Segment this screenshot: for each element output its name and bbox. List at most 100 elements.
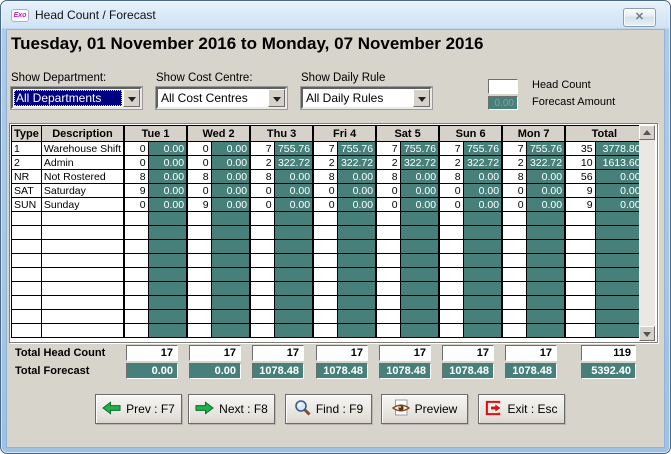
grid-cell [187,268,211,282]
grid-cell [124,310,148,324]
grid-cell [211,282,250,296]
grid-cell [337,240,376,254]
grid-cell: 2 [313,156,337,170]
grid-cell [250,296,274,310]
grid-cell: 10 [565,156,595,170]
find-button[interactable]: Find : F9 [285,394,372,424]
grid-cell: 0.00 [400,198,439,212]
grid-cell [250,310,274,324]
grid-cell [211,268,250,282]
grid-row [12,212,644,226]
grid-cell [502,268,526,282]
cost-centre-select[interactable]: All Cost Centres [156,87,287,109]
grid-cell [274,212,313,226]
department-select[interactable]: All Departments [11,87,142,109]
grid-cell: Sunday [41,198,124,212]
grid-cell: 2 [502,156,526,170]
grid-cell [313,254,337,268]
grid-cell: 0.00 [148,142,187,156]
grid-cell: 0.00 [526,170,565,184]
grid-cell [463,296,502,310]
forecast-grid-panel: TypeDescriptionTue 1Wed 2Thu 3Fri 4Sat 5… [9,123,658,343]
grid-cell [211,212,250,226]
grid-row [12,282,644,296]
preview-button[interactable]: Preview [381,394,468,424]
daily-rule-select[interactable]: All Daily Rules [301,87,432,109]
close-button[interactable]: ✕ [623,8,656,27]
vertical-scrollbar[interactable] [639,125,655,341]
grid-cell [502,212,526,226]
grid-cell [148,282,187,296]
department-label: Show Department: [11,72,106,84]
grid-cell: 0.00 [337,184,376,198]
grid-cell [526,268,565,282]
grid-cell [565,296,595,310]
grid-cell [526,240,565,254]
cost-centre-dropdown-button[interactable] [268,89,285,107]
grid-cell [376,226,400,240]
total-head-count-value: 17 [379,345,431,361]
grid-cell: 0 [250,184,274,198]
scroll-up-button[interactable] [639,125,655,140]
head-count-legend-swatch [488,79,518,94]
grid-cell [12,324,42,338]
total-head-count-value: 17 [126,345,178,361]
grid-cell [41,282,124,296]
grid-cell [565,212,595,226]
preview-eye-icon [392,399,410,419]
grid-cell [439,310,463,324]
title-bar[interactable]: Exo Head Count / Forecast ✕ [1,1,670,29]
cost-centre-label: Show Cost Centre: [156,72,253,84]
grid-cell [187,310,211,324]
grid-cell: 0 [502,198,526,212]
grid-cell [376,240,400,254]
grid-cell [595,254,643,268]
grid-cell: 0.00 [400,184,439,198]
column-header-mon-7: Mon 7 [502,126,565,142]
prev-button[interactable]: Prev : F7 [95,394,182,424]
grid-cell [12,254,42,268]
grid-cell [187,212,211,226]
grid-cell [211,296,250,310]
grid-cell: 755.76 [400,142,439,156]
grid-cell: 322.72 [400,156,439,170]
grid-cell [439,212,463,226]
grid-cell [502,296,526,310]
grid-cell: 9 [565,198,595,212]
next-button[interactable]: Next : F8 [188,394,275,424]
grid-cell [502,310,526,324]
column-header-total: Total [565,126,643,142]
department-dropdown-button[interactable] [123,89,140,107]
grid-header: TypeDescriptionTue 1Wed 2Thu 3Fri 4Sat 5… [12,126,644,142]
chevron-down-icon [128,97,136,102]
grid-cell [502,282,526,296]
grid-cell [400,282,439,296]
grid-cell [250,212,274,226]
grid-cell [595,282,643,296]
grid-cell: 7 [376,142,400,156]
daily-rule-dropdown-button[interactable] [413,89,430,107]
grid-row: SUNSunday00.0090.0000.0000.0000.0000.000… [12,198,644,212]
grid-cell [337,212,376,226]
button-label: Preview [415,402,458,416]
arrow-right-icon [195,401,214,418]
total-head-count-value: 119 [581,345,636,361]
exit-button[interactable]: Exit : Esc [478,394,565,424]
grid-cell [526,324,565,338]
grid-cell: 0 [124,142,148,156]
grid-cell: 322.72 [337,156,376,170]
grid-cell [148,268,187,282]
grid-cell: 322.72 [274,156,313,170]
chevron-down-icon [418,97,426,102]
grid-cell: 0.00 [595,170,643,184]
grid-cell [595,296,643,310]
total-forecast-value: 0.00 [126,363,178,379]
total-head-count-value: 17 [252,345,304,361]
grid-cell [337,324,376,338]
grid-cell [376,282,400,296]
grid-cell [124,324,148,338]
grid-row [12,296,644,310]
grid-cell: 8 [124,170,148,184]
scroll-down-button[interactable] [639,326,655,341]
grid-cell [211,240,250,254]
